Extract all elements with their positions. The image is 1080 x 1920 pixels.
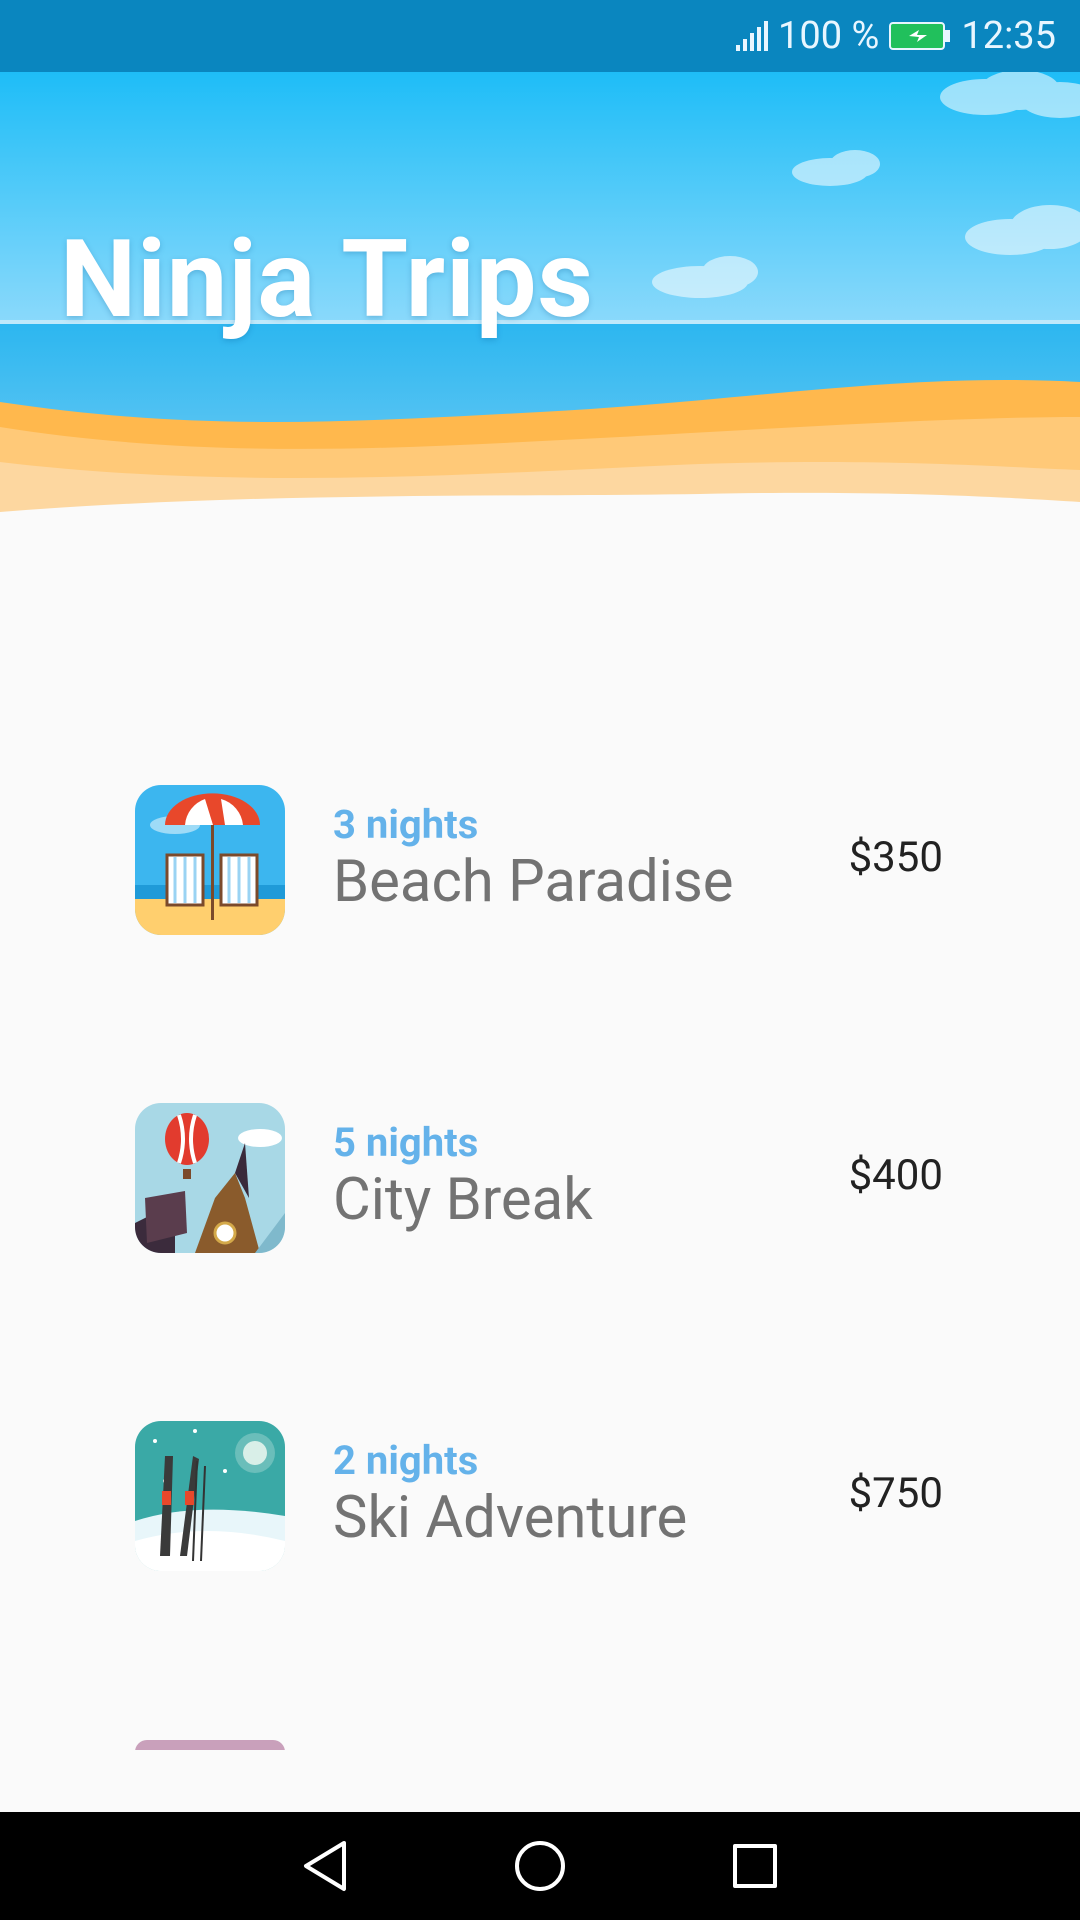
home-circle-icon [515,1841,565,1891]
trip-price: $750 [848,1469,943,1518]
navigation-bar [0,1812,1080,1920]
recents-button[interactable] [725,1836,785,1896]
beach-chairs-umbrella-icon [135,785,285,935]
back-button[interactable] [295,1836,355,1896]
trip-price: $350 [848,833,943,882]
home-button[interactable] [510,1836,570,1896]
city-balloon-clocktower-icon [135,1103,285,1253]
header-banner: Ninja Trips [0,72,1080,532]
trip-list[interactable]: 3 nights Beach Paradise $350 5 nights Ci… [0,530,1080,1750]
trip-title: City Break [333,1166,593,1234]
list-item-beach-paradise[interactable]: 3 nights Beach Paradise $350 [0,785,1080,935]
page-title: Ninja Trips [60,217,594,343]
status-bar: 100 % 12:35 [0,0,1080,72]
list-item-ski-adventure[interactable]: 2 nights Ski Adventure $750 [0,1421,1080,1571]
trip-title: Beach Paradise [333,848,734,916]
trip-nights: 5 nights [333,1119,479,1166]
trip-title: Ski Adventure [333,1484,688,1552]
list-item-partial-thumbnail[interactable] [135,1740,285,1750]
list-item-city-break[interactable]: 5 nights City Break $400 [0,1103,1080,1253]
signal-icon [736,21,769,51]
battery-percent: 100 % [778,14,880,58]
clock: 12:35 [961,14,1056,58]
trip-price: $400 [848,1151,943,1200]
recents-square-icon [733,1844,777,1888]
skis-snow-icon [135,1421,285,1571]
trip-nights: 2 nights [333,1437,479,1484]
back-triangle-icon [304,1841,346,1891]
trip-nights: 3 nights [333,801,479,848]
battery-charging-icon [889,22,951,50]
